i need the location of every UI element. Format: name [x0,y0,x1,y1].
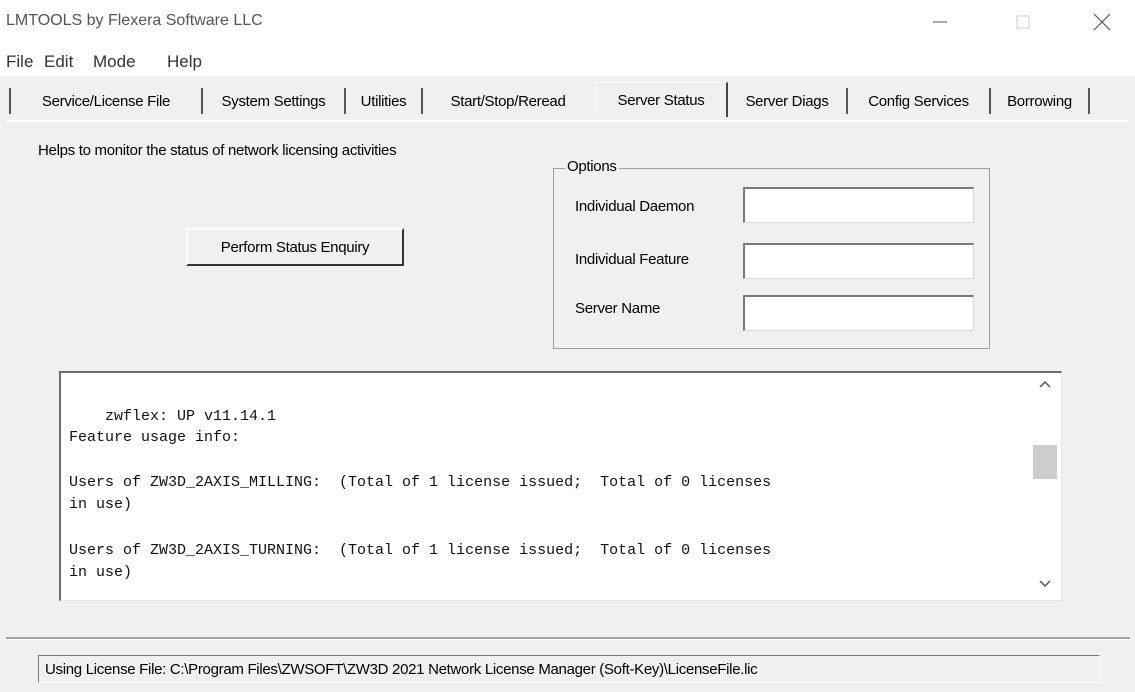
menu-bar: File Edit Mode Help [0,44,1135,76]
individual-daemon-label: Individual Daemon [575,198,695,215]
tab-borrowing[interactable]: Borrowing [991,88,1088,114]
tab-service-license-file[interactable]: Service/License File [11,88,201,114]
license-file-path: Using License File: C:\Program Files\ZWS… [45,660,758,678]
menu-help[interactable]: Help [167,52,202,72]
close-button[interactable] [1080,0,1124,44]
panel-top-edge [6,120,1128,122]
title-bar: LMTOOLS by Flexera Software LLC [0,0,1135,44]
output-line: Users of ZW3D_2AXIS_MILLING: (Total of 1… [69,474,772,491]
output-line: zwflex: UP v11.14.1 [69,408,277,425]
tab-server-diags[interactable]: Server Diags [728,88,846,114]
tab-server-status[interactable]: Server Status [595,82,728,117]
menu-mode[interactable]: Mode [93,52,136,72]
scroll-up-icon[interactable] [1038,379,1052,389]
options-legend: Options [565,158,619,175]
tab-strip: Service/License File System Settings Uti… [0,80,1135,120]
scroll-thumb[interactable] [1033,445,1057,479]
individual-feature-input[interactable] [743,243,974,279]
individual-feature-label: Individual Feature [575,251,689,268]
status-output-textarea[interactable]: zwflex: UP v11.14.1 Feature usage info: … [59,371,1062,601]
tab-system-settings[interactable]: System Settings [203,88,344,114]
menu-file[interactable]: File [6,52,33,72]
server-name-label: Server Name [575,300,661,317]
maximize-icon [1016,15,1030,29]
output-line: Users of ZW3D_2AXIS_TURNING: (Total of 1… [69,542,772,559]
status-separator-highlight [6,639,1130,640]
tab-config-services[interactable]: Config Services [848,88,989,114]
minimize-button[interactable] [918,0,962,44]
server-name-input[interactable] [743,295,974,331]
tab-utilities[interactable]: Utilities [346,88,421,114]
output-scrollbar[interactable] [1031,373,1059,599]
menu-edit[interactable]: Edit [44,52,73,72]
perform-status-enquiry-button[interactable]: Perform Status Enquiry [186,228,404,266]
output-line: in use) [69,496,133,513]
maximize-button[interactable] [1001,0,1045,44]
individual-daemon-input[interactable] [743,187,974,223]
output-line: in use) [69,564,133,581]
minimize-icon [933,21,947,23]
help-text: Helps to monitor the status of network l… [38,142,397,159]
scroll-down-icon[interactable] [1038,579,1052,589]
tab-start-stop-reread[interactable]: Start/Stop/Reread [423,88,593,114]
close-icon [1093,13,1111,31]
output-line: Feature usage info: [69,429,241,446]
license-file-status-bar: Using License File: C:\Program Files\ZWS… [38,655,1100,683]
window-title: LMTOOLS by Flexera Software LLC [6,12,263,29]
